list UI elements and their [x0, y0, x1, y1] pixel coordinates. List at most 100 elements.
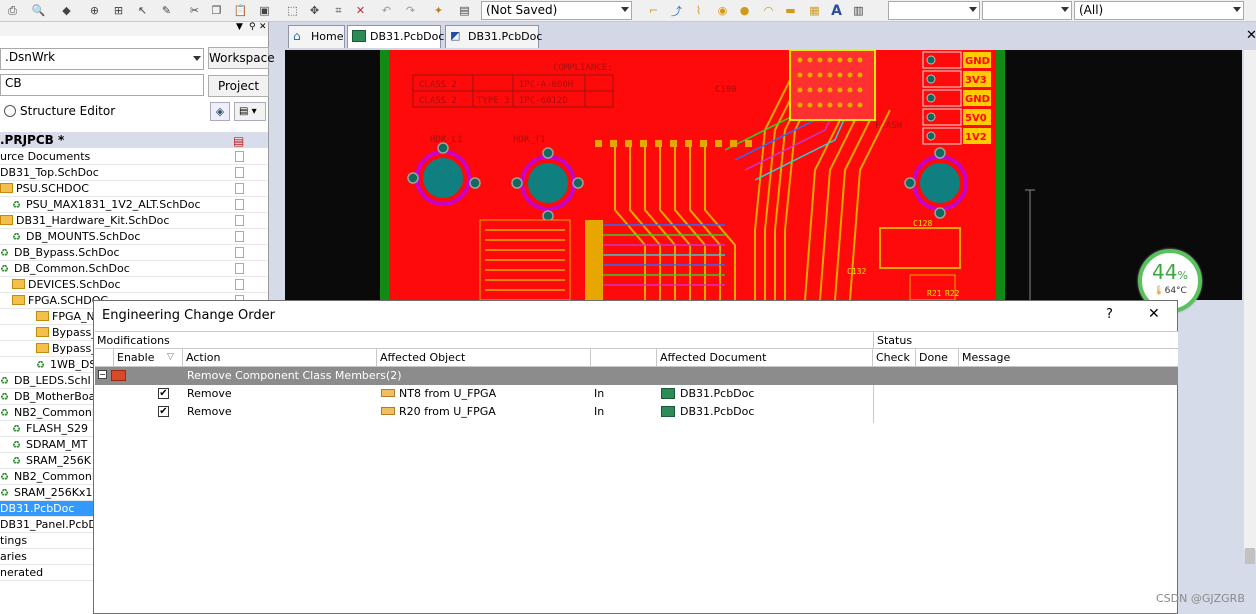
- col-check[interactable]: Check: [873, 349, 916, 367]
- tab-db31-pcbdoc-active[interactable]: DB31.PcbDoc: [347, 25, 444, 48]
- project-node[interactable]: .PRJPCB * ▤: [0, 132, 268, 148]
- select-icon[interactable]: ↖: [134, 2, 151, 19]
- pin-icon[interactable]: ⚲: [249, 22, 256, 32]
- enable-checkbox[interactable]: ✔: [158, 388, 169, 399]
- close-tab-icon[interactable]: ✕: [1246, 28, 1256, 43]
- vertical-scrollbar[interactable]: [1244, 50, 1256, 564]
- select-lasso-icon[interactable]: ⌗: [330, 2, 347, 19]
- zoom-fit-icon[interactable]: ⊕: [86, 2, 103, 19]
- thermometer-icon: 🌡: [1153, 286, 1165, 296]
- select-rect-icon[interactable]: ⬚: [284, 2, 301, 19]
- filter-icon[interactable]: ▽: [167, 349, 174, 366]
- tree-item-label: SRAM_256Kx1: [14, 486, 93, 499]
- col-enable-label: Enable: [117, 351, 155, 364]
- polygon-icon[interactable]: ▦: [806, 2, 823, 19]
- inspect-icon[interactable]: ✎: [158, 2, 175, 19]
- paste-icon[interactable]: 📋: [232, 2, 249, 19]
- doc-options-icon[interactable]: ▤ ▾: [234, 102, 266, 121]
- save-state-combo[interactable]: (Not Saved): [481, 1, 632, 20]
- fill-icon[interactable]: ▬: [782, 2, 799, 19]
- col-message[interactable]: Message: [959, 349, 1177, 367]
- structure-editor-radio[interactable]: [4, 105, 16, 117]
- pcb-type: TYPE 3: [477, 96, 510, 106]
- rubber-stamp-icon[interactable]: ▣: [256, 2, 273, 19]
- stack-icon[interactable]: ◈: [210, 102, 230, 121]
- schematic-sheet-icon: ♻: [0, 248, 9, 259]
- chevron-down-icon: [621, 7, 629, 12]
- tree-item[interactable]: DB31_Top.SchDoc: [0, 165, 268, 181]
- tab-db31-pcbdoc-2[interactable]: ◩ DB31.PcbDoc: [445, 25, 542, 48]
- tree-item[interactable]: ♻ PSU_MAX1831_1V2_ALT.SchDoc: [0, 197, 268, 213]
- route-icon[interactable]: ⌐: [645, 2, 662, 19]
- document-icon: [235, 279, 244, 290]
- filter-combo-1[interactable]: [888, 1, 980, 20]
- document-icon: [235, 231, 244, 242]
- pcb-c128: C128: [913, 219, 932, 228]
- section-divider: [873, 332, 874, 349]
- eco-change-row[interactable]: ✔ Remove NT8 from U_FPGA In DB31.PcbDoc: [95, 385, 873, 403]
- workspace-button[interactable]: Workspace: [208, 47, 275, 69]
- project-field[interactable]: CB: [0, 74, 204, 96]
- route-diff-icon[interactable]: ⤴: [668, 2, 685, 19]
- folder-icon: [36, 343, 49, 353]
- pcb-label-5v0: 5V0: [965, 113, 987, 124]
- browse-icon[interactable]: ▤: [456, 2, 473, 19]
- filter-combo-2[interactable]: [982, 1, 1072, 20]
- tree-item-label: SDRAM_MT: [26, 438, 88, 451]
- print-preview-icon[interactable]: 🔍: [30, 2, 47, 19]
- pcb-fcc: IPC-A-600H: [519, 80, 573, 90]
- pcb-doc-icon: [661, 406, 675, 417]
- panel-menu-icon[interactable]: ▼: [236, 22, 243, 32]
- schematic-sheet-icon: ♻: [0, 488, 9, 499]
- zoom-area-icon[interactable]: ⊞: [110, 2, 127, 19]
- close-button[interactable]: ✕: [1148, 306, 1160, 322]
- cross-probe-icon[interactable]: ✦: [430, 2, 447, 19]
- copy-icon[interactable]: ❐: [208, 2, 225, 19]
- scrollbar-thumb[interactable]: [1245, 548, 1255, 564]
- pcb-hdr-t1: HDR_T1: [513, 135, 546, 145]
- workspace-combo[interactable]: .DsnWrk: [0, 48, 204, 70]
- tree-item[interactable]: urce Documents: [0, 149, 268, 165]
- tab-home[interactable]: ⌂ Home: [288, 25, 345, 48]
- help-button[interactable]: ?: [1106, 307, 1113, 322]
- place-pad-icon[interactable]: ◉: [714, 2, 731, 19]
- cut-icon[interactable]: ✂: [186, 2, 203, 19]
- group-row[interactable]: − Remove Component Class Members(2): [95, 367, 1178, 385]
- folder-icon: [12, 295, 25, 305]
- move-icon[interactable]: ✥: [306, 2, 323, 19]
- enable-checkbox[interactable]: ✔: [158, 406, 169, 417]
- tree-item[interactable]: ♻ DB_MOUNTS.SchDoc: [0, 229, 268, 245]
- tree-item[interactable]: DB31_Hardware_Kit.SchDoc: [0, 213, 268, 229]
- arc-icon[interactable]: ◠: [760, 2, 777, 19]
- col-affected-document[interactable]: Affected Document: [657, 349, 873, 367]
- col-affected-object[interactable]: Affected Object: [377, 349, 591, 367]
- redo-icon[interactable]: ↷: [402, 2, 419, 19]
- component-link-icon: [381, 389, 395, 397]
- deselect-icon[interactable]: ✕: [352, 2, 369, 19]
- dialog-titlebar: Engineering Change Order ? ✕: [94, 301, 1177, 331]
- eco-dialog: Engineering Change Order ? ✕ Modificatio…: [93, 300, 1178, 614]
- eco-change-row[interactable]: ✔ Remove R20 from U_FPGA In DB31.PcbDoc: [95, 403, 873, 421]
- tree-item[interactable]: DEVICES.SchDoc: [0, 277, 268, 293]
- tree-item-label: NB2_CommonN: [14, 470, 101, 483]
- tree-item[interactable]: PSU.SCHDOC: [0, 181, 268, 197]
- undo-icon[interactable]: ↶: [378, 2, 395, 19]
- col-action[interactable]: Action: [183, 349, 377, 367]
- text-icon[interactable]: A: [828, 2, 845, 19]
- close-icon[interactable]: ✕: [259, 22, 267, 32]
- interactive-route-icon[interactable]: ⌇: [690, 2, 707, 19]
- tree-item[interactable]: ♻ DB_Bypass.SchDoc: [0, 245, 268, 261]
- chevron-down-icon: [969, 7, 977, 12]
- project-button[interactable]: Project: [208, 75, 269, 97]
- place-via-icon[interactable]: ●: [736, 2, 753, 19]
- filter-all-combo[interactable]: (All): [1074, 1, 1244, 20]
- component-icon[interactable]: ▥: [850, 2, 867, 19]
- col-done[interactable]: Done: [916, 349, 959, 367]
- collapse-icon[interactable]: −: [98, 370, 107, 379]
- layers-icon[interactable]: ◆: [58, 2, 75, 19]
- pcb-canvas[interactable]: COMPLIANCE: CLASS 2 CLASS 2 TYPE 3 IPC-A…: [285, 49, 1242, 301]
- project-value: CB: [5, 76, 22, 90]
- col-enable[interactable]: Enable ▽: [114, 349, 183, 367]
- tree-item[interactable]: ♻ DB_Common.SchDoc: [0, 261, 268, 277]
- print-icon[interactable]: ⎙: [4, 2, 21, 19]
